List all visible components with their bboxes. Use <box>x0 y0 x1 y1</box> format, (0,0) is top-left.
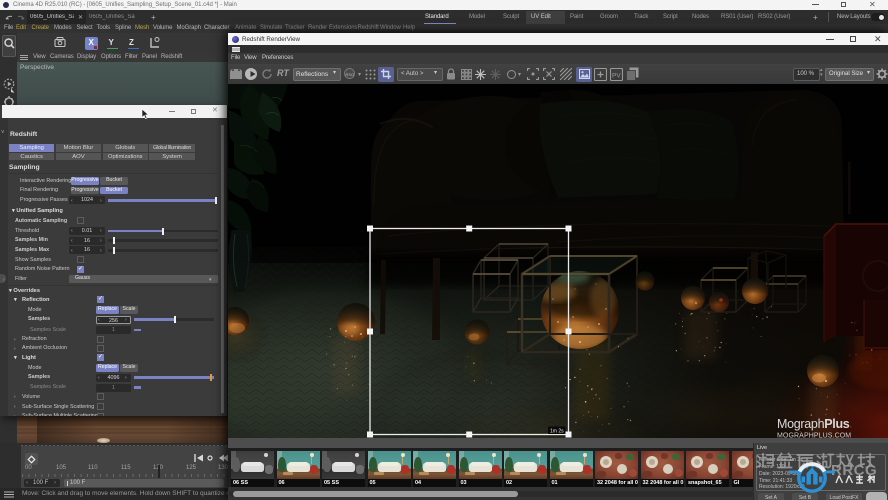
svg-text:MographPlus: MographPlus <box>777 417 850 431</box>
svg-text:1m 2s: 1m 2s <box>550 429 564 435</box>
svg-text:PV: PV <box>612 72 621 79</box>
